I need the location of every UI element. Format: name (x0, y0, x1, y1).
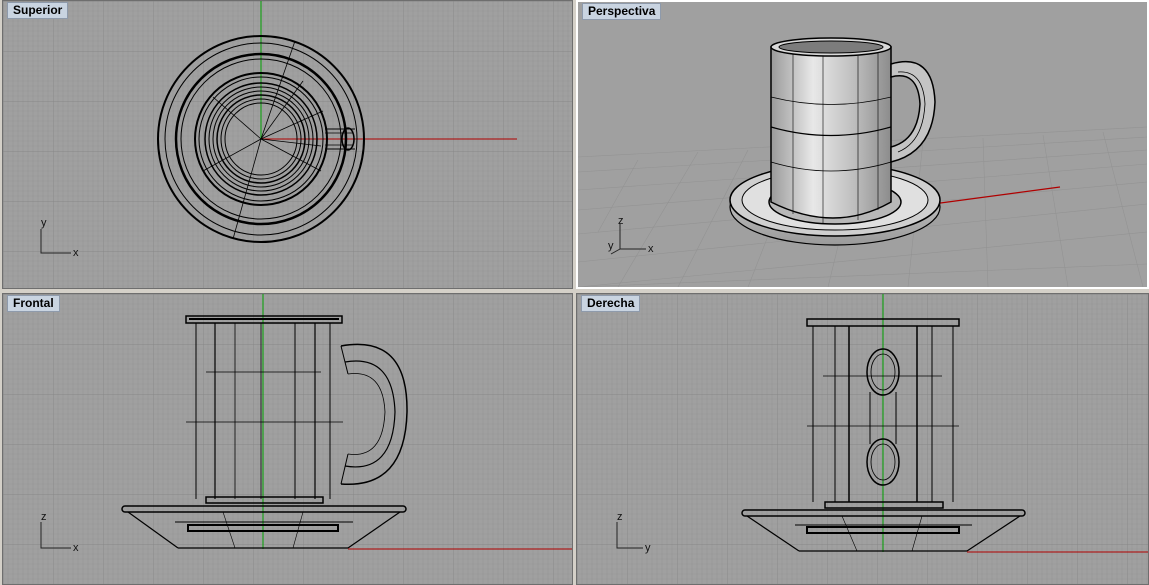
viewport-title-top[interactable]: Superior (7, 2, 69, 19)
viewport-top[interactable]: y x Superior (2, 0, 573, 289)
viewport-top-canvas[interactable]: y x (3, 1, 573, 289)
axis-label-v: z (617, 511, 623, 523)
viewport-right[interactable]: z y Derecha (576, 293, 1149, 585)
axis-label-h: x (73, 247, 79, 259)
axis-label-v: z (41, 511, 47, 523)
viewport-title-perspective[interactable]: Perspectiva (582, 3, 662, 20)
axis-label-d: y (608, 240, 614, 252)
axis-label-v: z (618, 215, 624, 227)
viewport-front[interactable]: z x Frontal (2, 293, 573, 585)
viewport-front-canvas[interactable]: z x (3, 294, 573, 585)
viewport-perspective[interactable]: z x y Perspectiva (576, 0, 1149, 289)
axis-label-h: y (645, 542, 651, 554)
axis-label-h: x (648, 243, 654, 255)
axis-label-v: y (41, 217, 47, 229)
viewport-right-canvas[interactable]: z y (577, 294, 1149, 585)
axis-label-h: x (73, 542, 79, 554)
viewport-title-right[interactable]: Derecha (581, 295, 641, 312)
viewport-title-front[interactable]: Frontal (7, 295, 60, 312)
cup-perspective (770, 37, 892, 224)
viewport-perspective-canvas[interactable]: z x y (578, 2, 1147, 287)
